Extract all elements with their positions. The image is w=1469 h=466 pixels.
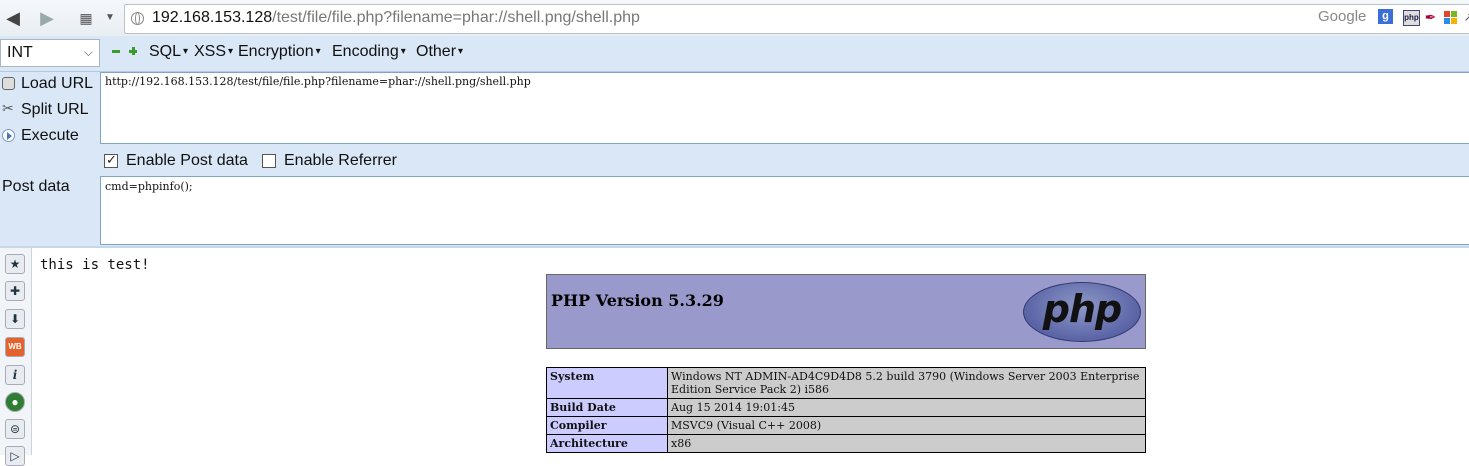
checkbox-unchecked-icon[interactable] bbox=[262, 154, 276, 168]
execute-label: Execute bbox=[21, 127, 79, 144]
int-select-value: INT bbox=[7, 44, 33, 61]
address-bar[interactable]: 192.168.153.128/test/file/file.php?filen… bbox=[124, 4, 1469, 34]
enable-post-label: Enable Post data bbox=[126, 152, 248, 169]
download-arrow-icon[interactable]: ⬇ bbox=[5, 309, 25, 329]
menu-encoding[interactable]: Encoding ▾ bbox=[332, 43, 406, 61]
menu-sql[interactable]: SQL ▾ bbox=[149, 43, 188, 61]
table-row: System Windows NT ADMIN-AD4C9D4D8 5.2 bu… bbox=[546, 367, 1146, 399]
row-key: Compiler bbox=[546, 416, 668, 435]
bookmark-icon[interactable]: ★ bbox=[5, 254, 25, 274]
menu-xss[interactable]: XSS ▾ bbox=[194, 43, 233, 61]
caret-icon: ▾ bbox=[400, 46, 406, 57]
browser-toolbar: ◀ ▶ ▦ ▼ 192.168.153.128/test/file/file.p… bbox=[0, 0, 1469, 37]
more-extensions-icon[interactable]: ↗ bbox=[1461, 10, 1469, 24]
row-key: Architecture bbox=[546, 434, 668, 453]
apps-grid-icon[interactable]: ▦ bbox=[76, 8, 96, 28]
phpinfo-table: System Windows NT ADMIN-AD4C9D4D8 5.2 bu… bbox=[546, 367, 1146, 453]
row-value: Aug 15 2014 19:01:45 bbox=[667, 398, 1146, 417]
row-key: Build Date bbox=[546, 398, 668, 417]
search-engine-label[interactable]: Google bbox=[1318, 8, 1366, 25]
feather-extension-icon[interactable]: ✒ bbox=[1423, 10, 1438, 24]
address-text[interactable]: 192.168.153.128/test/file/file.php?filen… bbox=[152, 9, 640, 27]
post-data-textarea[interactable]: cmd=phpinfo(); bbox=[100, 176, 1469, 245]
url-textarea[interactable]: http://192.168.153.128/test/file/file.ph… bbox=[100, 72, 1469, 144]
menu-encoding-label: Encoding bbox=[332, 43, 399, 60]
php-logo-icon[interactable]: php bbox=[1023, 282, 1141, 342]
checkbox-checked-icon[interactable] bbox=[104, 152, 118, 168]
page-output-text: this is test! bbox=[40, 257, 150, 273]
addon-puzzle-icon[interactable]: ✚ bbox=[5, 281, 25, 301]
row-value: x86 bbox=[667, 434, 1146, 453]
caret-icon: ▾ bbox=[458, 46, 464, 57]
menu-other[interactable]: Other ▾ bbox=[416, 43, 463, 61]
windows-extension-icon[interactable] bbox=[1443, 10, 1458, 24]
row-key: System bbox=[546, 367, 668, 399]
decrement-icon[interactable] bbox=[111, 46, 121, 56]
phpinfo-header: PHP Version 5.3.29 php bbox=[546, 274, 1146, 349]
gamepad-icon[interactable]: ⊜ bbox=[5, 419, 25, 439]
menu-xss-label: XSS bbox=[194, 43, 227, 60]
web-developer-icon[interactable]: WB bbox=[5, 337, 25, 357]
php-version-title: PHP Version 5.3.29 bbox=[551, 291, 724, 310]
caret-icon: ▾ bbox=[183, 46, 189, 57]
menu-encryption[interactable]: Encryption ▾ bbox=[238, 43, 321, 61]
info-icon[interactable]: i bbox=[5, 365, 25, 385]
caret-icon: ▾ bbox=[315, 46, 321, 57]
forward-arrow-icon[interactable]: ▶ bbox=[37, 8, 57, 28]
menu-encryption-label: Encryption bbox=[238, 43, 314, 60]
int-type-select[interactable]: INT ⌵ bbox=[0, 39, 100, 67]
menu-sql-label: SQL bbox=[149, 43, 182, 60]
side-toolbar: ★ ✚ ⬇ WB i ● ⊜ ▷ bbox=[0, 248, 32, 466]
load-url-label: Load URL bbox=[21, 75, 94, 92]
increment-icon[interactable] bbox=[128, 46, 138, 56]
post-data-label: Post data bbox=[2, 178, 70, 195]
table-row: Build Date Aug 15 2014 19:01:45 bbox=[546, 398, 1146, 417]
row-value: Windows NT ADMIN-AD4C9D4D8 5.2 build 379… bbox=[667, 367, 1146, 399]
google-search-icon[interactable]: g bbox=[1378, 9, 1393, 24]
hackbar-panel: Load URL Split URL Execute http://192.16… bbox=[0, 72, 1469, 246]
scissors-icon bbox=[2, 100, 15, 117]
row-value: MSVC9 (Visual C++ 2008) bbox=[667, 416, 1146, 435]
caret-icon: ▾ bbox=[228, 46, 234, 57]
chevron-down-icon: ⌵ bbox=[83, 45, 93, 59]
enable-referrer-label: Enable Referrer bbox=[284, 152, 397, 169]
php-logo-text: php bbox=[1042, 287, 1122, 331]
load-url-icon bbox=[2, 77, 15, 90]
play-icon bbox=[2, 129, 15, 142]
table-row: Architecture x86 bbox=[546, 434, 1146, 453]
table-row: Compiler MSVC9 (Visual C++ 2008) bbox=[546, 416, 1146, 435]
green-globe-icon[interactable]: ● bbox=[5, 392, 25, 412]
back-arrow-icon[interactable]: ◀ bbox=[3, 8, 23, 28]
history-dropdown-icon[interactable]: ▼ bbox=[100, 8, 120, 28]
url-host: 192.168.153.128 bbox=[152, 9, 273, 26]
more-tools-icon[interactable]: ▷ bbox=[5, 446, 25, 466]
site-globe-icon bbox=[131, 12, 144, 25]
hackbar-toolbar: INT ⌵ SQL ▾ XSS ▾ Encryption ▾ Encoding ▾ Ot… bbox=[0, 36, 1469, 72]
menu-other-label: Other bbox=[416, 43, 457, 60]
split-url-label: Split URL bbox=[21, 101, 89, 118]
panel-divider bbox=[0, 246, 1469, 248]
php-extension-icon[interactable]: php bbox=[1403, 10, 1420, 26]
url-path: /test/file/file.php?filename=phar://shel… bbox=[272, 9, 640, 26]
